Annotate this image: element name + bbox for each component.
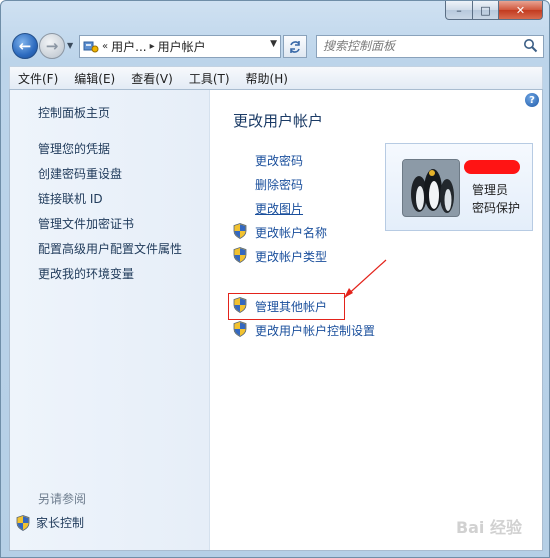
- uac-settings-link[interactable]: 更改用户帐户控制设置: [255, 322, 375, 339]
- uac-shield-icon: [233, 321, 247, 337]
- sidebar-item-password-reset-disk[interactable]: 创建密码重设盘: [38, 165, 122, 182]
- penguins-picture: [403, 160, 459, 216]
- menu-bar: 文件(F) 编辑(E) 查看(V) 工具(T) 帮助(H): [9, 66, 543, 90]
- menu-edit[interactable]: 编辑(E): [66, 70, 123, 87]
- breadcrumb-user-accounts[interactable]: 用户帐户: [158, 38, 206, 55]
- search-input[interactable]: [317, 36, 513, 55]
- content-area: 控制面板主页 管理您的凭据 创建密码重设盘 链接联机 ID 管理文件加密证书 配…: [9, 89, 543, 551]
- uac-shield-icon: [233, 247, 247, 263]
- menu-help[interactable]: 帮助(H): [238, 70, 296, 87]
- recent-pages-dropdown-icon[interactable]: ▼: [67, 41, 73, 50]
- avatar[interactable]: [402, 159, 460, 217]
- sidebar-item-advanced-profile[interactable]: 配置高级用户配置文件属性: [38, 240, 182, 257]
- sidebar-item-link-online-id[interactable]: 链接联机 ID: [38, 190, 103, 207]
- main-panel: ? 更改用户帐户 更改密码 删除密码 更改图片 更改帐户名称 更改帐户类型 管理…: [210, 90, 542, 550]
- caption-buttons: – □ ✕: [445, 1, 543, 20]
- family-safety-label: 家长控制: [36, 516, 85, 530]
- change-picture-link[interactable]: 更改图片: [255, 200, 303, 217]
- back-button[interactable]: ←: [12, 33, 38, 59]
- account-type-label: 管理员: [472, 183, 509, 197]
- breadcrumb-overflow[interactable]: «: [102, 41, 108, 52]
- forward-button[interactable]: →: [39, 33, 65, 59]
- sidebar-item-family-safety[interactable]: 家长控制: [16, 514, 84, 531]
- search-icon[interactable]: [523, 38, 538, 53]
- navigation-bar: ← → ▼ « 用户... ▸ 用户帐户 ▼: [1, 29, 549, 63]
- help-icon[interactable]: ?: [525, 93, 539, 107]
- remove-password-link[interactable]: 删除密码: [255, 176, 303, 193]
- change-password-link[interactable]: 更改密码: [255, 152, 303, 169]
- sidebar-item-environment-variables[interactable]: 更改我的环境变量: [38, 265, 134, 282]
- menu-file[interactable]: 文件(F): [10, 70, 66, 87]
- sidebar: 控制面板主页 管理您的凭据 创建密码重设盘 链接联机 ID 管理文件加密证书 配…: [10, 90, 210, 550]
- page-title: 更改用户帐户: [233, 112, 324, 130]
- sidebar-item-manage-credentials[interactable]: 管理您的凭据: [38, 140, 110, 157]
- maximize-button[interactable]: □: [473, 1, 499, 20]
- uac-shield-icon: [233, 223, 247, 239]
- change-account-name-link[interactable]: 更改帐户名称: [255, 224, 327, 241]
- refresh-button[interactable]: [283, 35, 307, 58]
- redacted-user-name: [464, 160, 520, 174]
- minimize-button[interactable]: –: [445, 1, 473, 20]
- close-button[interactable]: ✕: [499, 1, 543, 20]
- sidebar-item-control-panel-home[interactable]: 控制面板主页: [38, 104, 110, 121]
- breadcrumb-user-accounts-family[interactable]: 用户...: [111, 38, 146, 55]
- address-bar[interactable]: « 用户... ▸ 用户帐户 ▼: [79, 35, 281, 58]
- password-status-label: 密码保护: [472, 201, 521, 215]
- menu-view[interactable]: 查看(V): [123, 70, 181, 87]
- uac-shield-icon: [233, 297, 247, 313]
- change-account-type-link[interactable]: 更改帐户类型: [255, 248, 327, 265]
- user-account-card: 管理员 密码保护: [385, 143, 533, 231]
- menu-tools[interactable]: 工具(T): [181, 70, 238, 87]
- manage-other-accounts-link[interactable]: 管理其他帐户: [255, 298, 327, 315]
- watermark: Bai 经验: [455, 518, 522, 537]
- control-panel-icon: [83, 41, 99, 52]
- control-panel-window: – □ ✕ ← → ▼ « 用户... ▸ 用户帐户 ▼ 搜索控制面板 文件(F…: [0, 0, 550, 558]
- see-also-heading: 另请参阅: [38, 492, 87, 506]
- uac-shield-icon: [16, 514, 30, 531]
- breadcrumb-separator[interactable]: ▸: [150, 41, 155, 52]
- search-box[interactable]: [316, 35, 544, 58]
- sidebar-item-encryption-certificates[interactable]: 管理文件加密证书: [38, 215, 134, 232]
- address-dropdown-icon[interactable]: ▼: [270, 39, 277, 49]
- refresh-icon: [290, 40, 300, 53]
